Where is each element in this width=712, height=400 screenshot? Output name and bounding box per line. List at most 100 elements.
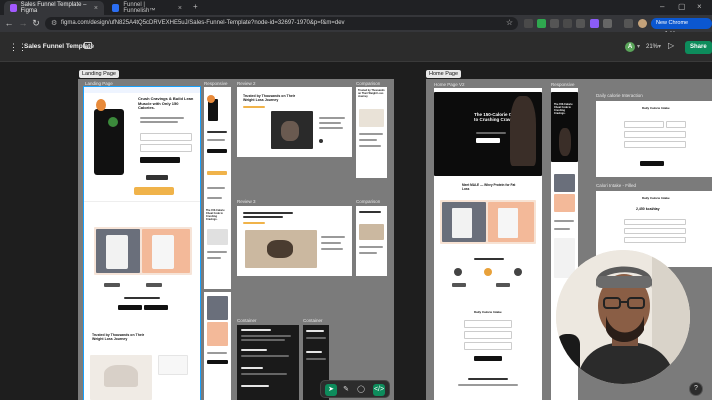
frame-label[interactable]: Landing Page	[85, 81, 113, 86]
frame-container-1[interactable]	[237, 325, 299, 400]
input-field[interactable]	[624, 219, 686, 225]
section-label[interactable]: Home Page	[426, 70, 462, 78]
reload-icon[interactable]: ↻	[30, 18, 42, 29]
text-line	[241, 373, 287, 375]
frame-home-page-v2[interactable]: The 150-Calorie Cheat Code to Crushing C…	[434, 88, 542, 400]
browser-toolbar: ← → ↻ ⚙ figma.com/design/ufN825A4tQ5cDRV…	[0, 15, 712, 37]
frame-label[interactable]: Container	[237, 318, 257, 323]
tab-funnelish[interactable]: Funnel | Funnelish™ ×	[106, 1, 188, 15]
dev-mode-icon[interactable]: </>	[373, 384, 385, 396]
section-label[interactable]: Landing Page	[79, 70, 119, 78]
minimize-icon[interactable]: –	[660, 2, 664, 11]
comment-icon[interactable]: ◯	[355, 384, 367, 396]
figma-dev-toolbar: ➤ ✎ ◯ </>	[320, 380, 390, 398]
text-line	[321, 236, 345, 238]
frame-label[interactable]: Container	[303, 318, 323, 323]
site-info-icon[interactable]: ⚙	[51, 19, 57, 27]
text-line	[468, 378, 508, 380]
cta-button[interactable]	[207, 360, 228, 364]
extension-purple-icon[interactable]	[590, 19, 599, 28]
input-field[interactable]	[624, 121, 664, 128]
chevron-down-icon[interactable]: ▾	[658, 43, 661, 50]
frame-landing-page[interactable]: Crush Cravings & Build Lean Muscle with …	[83, 86, 201, 400]
input-field[interactable]	[464, 320, 512, 328]
frame-label[interactable]: Calori Intake - Filled	[596, 183, 636, 188]
frame-label[interactable]: Home Page V2	[434, 82, 465, 87]
frame-daily-calorie-interaction[interactable]: Daily Calorie Intake	[596, 101, 712, 177]
frame-comparison-2[interactable]	[356, 206, 387, 276]
hero-heading: The 150-Calorie Cheat Code to Crushing C…	[554, 103, 573, 115]
tab-figma[interactable]: Sales Funnel Template – Figma ×	[4, 1, 104, 15]
chevron-down-icon[interactable]: ▾	[637, 43, 640, 50]
flower-image	[207, 95, 215, 103]
frame-review-3[interactable]	[237, 206, 352, 276]
calculate-button[interactable]	[640, 161, 664, 166]
thumb-button[interactable]	[104, 283, 120, 287]
address-bar[interactable]: ⚙ figma.com/design/ufN825A4tQ5cDRVEXHE5u…	[45, 17, 518, 30]
cta-button[interactable]	[144, 305, 168, 310]
frame-responsive-2[interactable]: The 150-Calorie Cheat Code to Crushing C…	[204, 207, 231, 289]
thumb-button[interactable]	[146, 283, 162, 287]
calculate-button[interactable]	[474, 356, 502, 361]
input-field[interactable]	[624, 141, 686, 148]
extension-green-icon[interactable]	[537, 19, 546, 28]
frame-label[interactable]: Responsive	[551, 82, 575, 87]
extensions-puzzle-icon[interactable]	[603, 19, 612, 28]
frame-label[interactable]: Review 2	[237, 81, 256, 86]
input-field[interactable]	[624, 131, 686, 138]
text-line	[319, 127, 343, 129]
testimonial-card	[158, 355, 188, 375]
frame-label[interactable]: Daily calorie Interaction	[596, 93, 643, 98]
frame-label[interactable]: Review 3	[237, 199, 256, 204]
variant-selector[interactable]	[140, 133, 192, 141]
new-tab-icon[interactable]: +	[193, 2, 198, 11]
back-icon[interactable]: ←	[3, 18, 15, 28]
cta-button[interactable]	[207, 149, 227, 153]
zoom-level[interactable]: 21%	[646, 44, 658, 50]
frame-review-2[interactable]: Trusted by Thousands on Their Weight Los…	[237, 87, 352, 157]
variant-selector[interactable]	[140, 144, 192, 152]
frame-responsive-3[interactable]	[204, 292, 231, 400]
input-field[interactable]	[464, 331, 512, 339]
thumb-button[interactable]	[496, 283, 510, 287]
cta-button[interactable]	[118, 305, 142, 310]
cta-button[interactable]	[140, 157, 180, 163]
text-line	[476, 132, 506, 134]
sidebar-toggle-icon[interactable]	[84, 42, 92, 49]
text-line	[359, 133, 383, 135]
thumb-button[interactable]	[452, 283, 466, 287]
frame-comparison-1[interactable]: Trusted by Thousands on Their Weight Los…	[356, 87, 387, 178]
download-icon[interactable]	[624, 19, 633, 28]
text-line	[359, 139, 377, 141]
cta-button[interactable]	[476, 138, 500, 143]
product-pouch-image	[452, 208, 472, 238]
extension-icon[interactable]	[550, 19, 559, 28]
bookmark-star-icon[interactable]: ☆	[506, 18, 513, 27]
cursor-icon[interactable]: ➤	[325, 384, 337, 396]
athlete-image	[559, 128, 571, 156]
forward-icon[interactable]: →	[17, 18, 29, 28]
input-field[interactable]	[464, 342, 512, 350]
close-tab-icon[interactable]: ×	[94, 5, 98, 12]
profile-avatar-icon[interactable]	[638, 19, 647, 28]
extension-icon[interactable]	[524, 19, 533, 28]
pen-icon[interactable]: ✎	[340, 384, 352, 396]
new-chrome-available-button[interactable]: New Chrome available	[651, 18, 712, 37]
extension-icon[interactable]	[576, 19, 585, 28]
close-tab-icon[interactable]: ×	[178, 5, 182, 12]
extension-icon[interactable]	[563, 19, 572, 28]
frame-label[interactable]: Comparison	[356, 81, 380, 86]
frame-label[interactable]: Comparison	[356, 199, 380, 204]
input-field[interactable]	[666, 121, 686, 128]
maximize-icon[interactable]: ▢	[678, 2, 686, 11]
share-button[interactable]: Share	[685, 41, 712, 54]
input-field[interactable]	[624, 237, 686, 243]
question-icon[interactable]: ?	[689, 382, 703, 396]
close-window-icon[interactable]: ×	[697, 2, 702, 11]
hero-heading: Crush Cravings & Build Lean Muscle with …	[138, 96, 194, 111]
text-line	[207, 139, 225, 141]
play-icon[interactable]: ▷	[668, 41, 674, 50]
avatar[interactable]: A	[625, 42, 635, 52]
input-field[interactable]	[624, 228, 686, 234]
frame-label[interactable]: Responsive	[204, 81, 228, 86]
